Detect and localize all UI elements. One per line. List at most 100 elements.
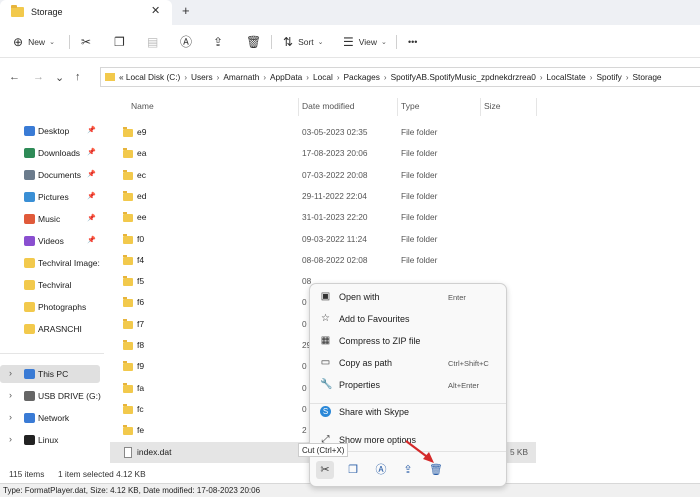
paste-button[interactable]: ▤: [147, 32, 158, 51]
tree-item-this-pc[interactable]: › This PC: [0, 365, 100, 383]
file-row[interactable]: f0 09-03-2022 11:24 File folder: [110, 229, 536, 250]
cut-button[interactable]: ✂: [81, 32, 91, 51]
sidebar-item-pictures[interactable]: Pictures 📌: [0, 188, 100, 206]
folder-icon: [123, 233, 133, 244]
sidebar-item-label: Pictures: [38, 192, 69, 202]
sort-label: Sort: [298, 36, 314, 47]
file-row[interactable]: ea 17-08-2023 20:06 File folder: [110, 143, 536, 164]
file-row[interactable]: ec 07-03-2022 20:08 File folder: [110, 165, 536, 186]
menu-item-compress-to-zip-file[interactable]: ▦ Compress to ZIP file: [314, 331, 504, 351]
menu-item-share-with-skype[interactable]: S Share with Skype: [314, 402, 504, 422]
sort-button[interactable]: ⇅ Sort ⌄: [283, 32, 324, 51]
chevron-right-icon[interactable]: ›: [9, 390, 12, 400]
forward-icon[interactable]: →: [33, 71, 44, 83]
copy-action-icon[interactable]: ❐: [344, 461, 362, 479]
back-icon[interactable]: ←: [9, 71, 20, 83]
file-row[interactable]: ed 29-11-2022 22:04 File folder: [110, 186, 536, 207]
chevron-right-icon[interactable]: ›: [626, 73, 629, 82]
file-name: f8: [137, 340, 145, 350]
chevron-right-icon[interactable]: ›: [184, 73, 187, 82]
delete-button[interactable]: 🗑: [246, 32, 261, 51]
breadcrumb-item[interactable]: SpotifyAB.SpotifyMusic_zpdnekdrzrea0: [391, 72, 536, 82]
item-count: 115 items: [9, 469, 45, 479]
column-divider[interactable]: [397, 98, 398, 116]
breadcrumb-item[interactable]: Storage: [632, 72, 661, 82]
more-button[interactable]: •••: [408, 32, 417, 51]
tree-item-network[interactable]: › Network: [0, 409, 100, 427]
chevron-right-icon[interactable]: ›: [9, 412, 12, 422]
column-header-size[interactable]: Size: [484, 101, 501, 111]
breadcrumb-item[interactable]: AppData: [270, 72, 302, 82]
sidebar-item-label: Techviral: [38, 280, 72, 290]
breadcrumb-item[interactable]: « Local Disk (C:): [119, 72, 180, 82]
file-date: 0: [302, 297, 307, 308]
breadcrumb-item[interactable]: Local: [313, 72, 333, 82]
file-name: ea: [137, 148, 147, 159]
menu-item-label: Open with: [339, 292, 380, 302]
new-tab-button[interactable]: +: [182, 3, 190, 18]
tab-storage[interactable]: Storage ✕: [0, 0, 172, 25]
chevron-right-icon[interactable]: ›: [217, 73, 220, 82]
chevron-down-icon[interactable]: ⌄: [55, 71, 64, 84]
up-icon[interactable]: ↑: [75, 71, 81, 83]
breadcrumb-item[interactable]: LocalState: [547, 72, 586, 82]
tab-title: Storage: [31, 7, 63, 17]
copy-button[interactable]: ❐: [114, 32, 125, 51]
rename-action-icon[interactable]: Ⓐ: [372, 461, 390, 479]
file-name: fa: [137, 382, 145, 393]
chevron-right-icon[interactable]: ›: [9, 434, 12, 444]
sort-icon: ⇅: [283, 34, 294, 49]
file-date: 08-08-2022 02:08: [302, 254, 368, 265]
column-header-type[interactable]: Type: [401, 101, 419, 111]
file-name: e9: [137, 127, 147, 137]
menu-item-copy-as-path[interactable]: ▭ Copy as path Ctrl+Shift+C: [314, 353, 504, 373]
column-divider[interactable]: [298, 98, 299, 116]
sidebar-item-documents[interactable]: Documents 📌: [0, 166, 100, 184]
address-bar[interactable]: « Local Disk (C:) › Users › Amarnath › AppData…: [100, 67, 700, 87]
rename-button[interactable]: Ⓐ: [180, 32, 192, 51]
column-divider[interactable]: [480, 98, 481, 116]
breadcrumb-item[interactable]: Users: [191, 72, 213, 82]
sidebar-item-downloads[interactable]: Downloads 📌: [0, 144, 100, 162]
chevron-right-icon[interactable]: ›: [540, 73, 543, 82]
chevron-right-icon[interactable]: ›: [384, 73, 387, 82]
network-icon: [24, 413, 35, 423]
breadcrumb-item[interactable]: Amarnath: [223, 72, 259, 82]
chevron-right-icon[interactable]: ›: [9, 368, 12, 378]
file-row[interactable]: ee 31-01-2023 22:20 File folder: [110, 207, 536, 228]
view-button[interactable]: ☰ View ⌄: [343, 32, 387, 51]
sidebar-item-label: Music: [38, 214, 61, 224]
chevron-right-icon[interactable]: ›: [590, 73, 593, 82]
sidebar-item-photographs[interactable]: Photographs: [0, 298, 100, 316]
sidebar-item-music[interactable]: Music 📌: [0, 210, 100, 228]
new-label: New: [28, 36, 46, 47]
file-row[interactable]: e9 03-05-2023 02:35 File folder: [110, 122, 536, 143]
menu-item-properties[interactable]: 🔧 Properties Alt+Enter: [314, 375, 504, 395]
chevron-right-icon[interactable]: ›: [263, 73, 266, 82]
folder-icon: [123, 148, 133, 159]
folder-icon: [123, 340, 133, 350]
close-tab-icon[interactable]: ✕: [151, 4, 160, 17]
column-header-name[interactable]: Name: [131, 101, 154, 111]
menu-item-open-with[interactable]: ▣ Open with Enter: [314, 287, 504, 307]
file-row[interactable]: f4 08-08-2022 02:08 File folder: [110, 250, 536, 271]
breadcrumb-item[interactable]: Spotify: [596, 72, 621, 82]
column-divider[interactable]: [536, 98, 537, 116]
tree-item-usb-drive-g[interactable]: › USB DRIVE (G:): [0, 387, 101, 405]
column-header-date[interactable]: Date modified: [302, 101, 354, 111]
sidebar-item-arasnchi[interactable]: ARASNCHI: [0, 320, 100, 338]
chevron-right-icon[interactable]: ›: [306, 73, 309, 82]
share-button[interactable]: ⇪: [213, 32, 223, 51]
cut-action-icon[interactable]: ✂: [316, 461, 334, 479]
file-name: ee: [137, 212, 147, 223]
sidebar-item-desktop[interactable]: Desktop 📌: [0, 122, 100, 140]
sidebar-item-techviral[interactable]: Techviral: [0, 276, 100, 294]
sidebar-item-techviral-image[interactable]: Techviral Image:: [0, 254, 100, 272]
chevron-right-icon[interactable]: ›: [337, 73, 340, 82]
folder-icon: [24, 302, 35, 312]
new-button[interactable]: ⊕ New ⌄: [13, 32, 55, 51]
tree-item-linux[interactable]: › Linux: [0, 431, 100, 449]
menu-item-add-to-favourites[interactable]: ☆ Add to Favourites: [314, 309, 504, 329]
sidebar-item-videos[interactable]: Videos 📌: [0, 232, 100, 250]
breadcrumb-item[interactable]: Packages: [343, 72, 379, 82]
